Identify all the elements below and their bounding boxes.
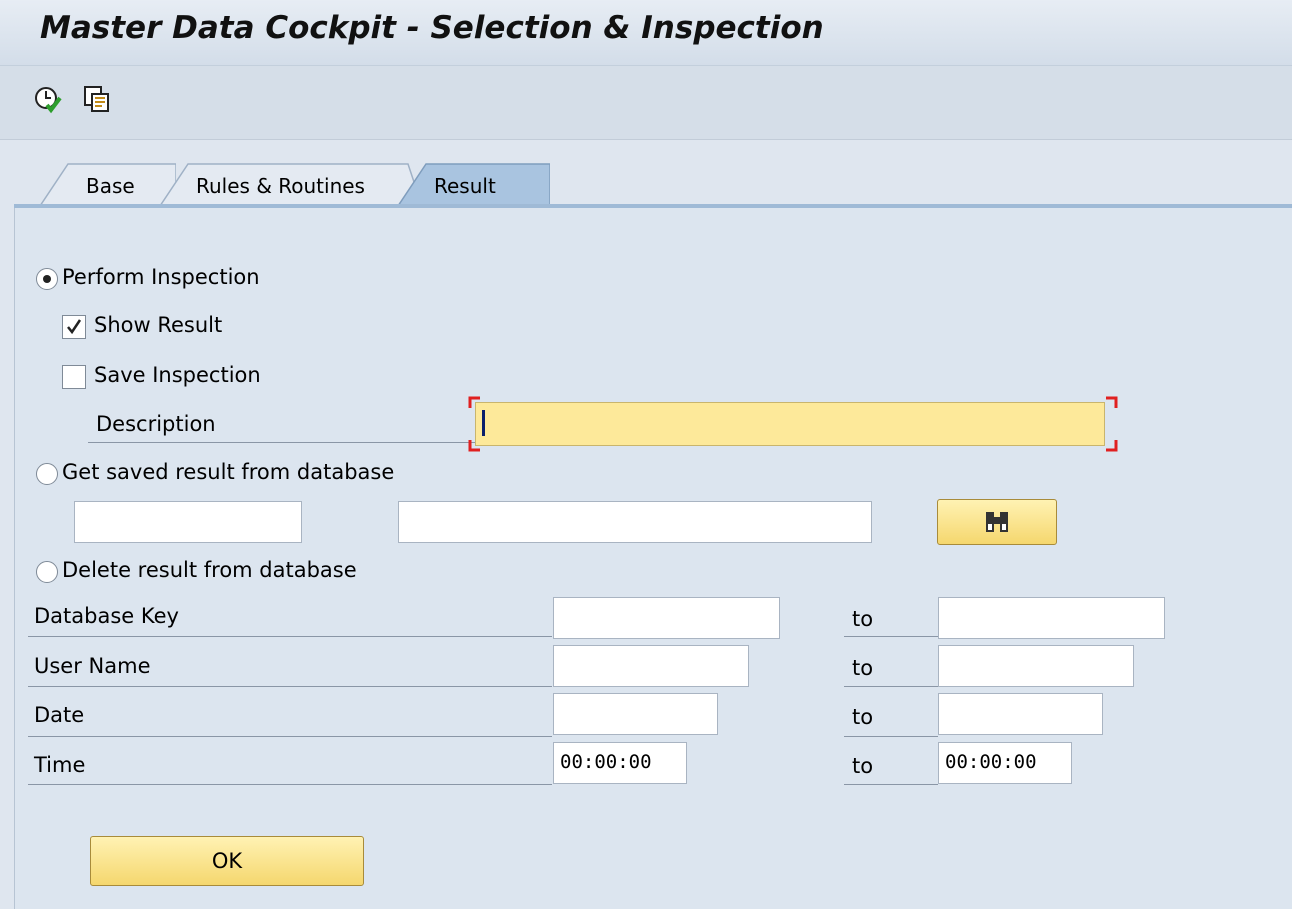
- date-label: Date: [34, 703, 85, 727]
- to-label: to: [852, 656, 874, 680]
- get-saved-result-label: Get saved result from database: [62, 460, 395, 484]
- save-inspection-label: Save Inspection: [94, 363, 261, 387]
- description-label: Description: [96, 412, 216, 436]
- saved-result-text-input[interactable]: [398, 501, 872, 543]
- row-divider: [844, 686, 938, 687]
- tab-base[interactable]: Base: [40, 162, 176, 206]
- binoculars-icon: [986, 512, 1008, 532]
- database-key-label: Database Key: [34, 604, 179, 628]
- perform-inspection-label: Perform Inspection: [62, 265, 260, 289]
- delete-result-radio[interactable]: [36, 561, 58, 583]
- time-to-input[interactable]: 00:00:00: [938, 742, 1072, 784]
- saved-result-key-input[interactable]: [74, 501, 302, 543]
- page-title: Master Data Cockpit - Selection & Inspec…: [40, 10, 824, 46]
- tab-label: Result: [434, 174, 496, 198]
- delete-result-label: Delete result from database: [62, 558, 357, 582]
- row-divider: [844, 636, 938, 637]
- show-result-label: Show Result: [94, 313, 223, 337]
- tab-result[interactable]: Result: [398, 162, 550, 206]
- copy-icon[interactable]: [82, 84, 112, 114]
- row-divider: [28, 784, 552, 785]
- date-to-input[interactable]: [938, 693, 1103, 735]
- to-label: to: [852, 705, 874, 729]
- row-divider: [844, 784, 938, 785]
- time-from-input[interactable]: 00:00:00: [553, 742, 687, 784]
- tab-label: Rules & Routines: [196, 174, 365, 198]
- date-from-input[interactable]: [553, 693, 718, 735]
- to-label: to: [852, 607, 874, 631]
- user-name-to-input[interactable]: [938, 645, 1134, 687]
- ok-button[interactable]: OK: [90, 836, 364, 886]
- row-divider: [28, 686, 552, 687]
- tab-label: Base: [86, 174, 135, 198]
- required-field-markers: [468, 396, 1118, 452]
- time-label: Time: [34, 753, 86, 777]
- user-name-from-input[interactable]: [553, 645, 749, 687]
- row-divider: [88, 442, 476, 443]
- toolbar: [0, 66, 1292, 140]
- perform-inspection-radio[interactable]: [36, 268, 58, 290]
- database-key-to-input[interactable]: [938, 597, 1165, 639]
- search-button[interactable]: [937, 499, 1057, 545]
- row-divider: [28, 736, 552, 737]
- show-result-checkbox[interactable]: [62, 315, 86, 339]
- save-inspection-checkbox[interactable]: [62, 365, 86, 389]
- row-divider: [28, 636, 552, 637]
- database-key-from-input[interactable]: [553, 597, 780, 639]
- get-saved-result-radio[interactable]: [36, 463, 58, 485]
- user-name-label: User Name: [34, 654, 151, 678]
- checkmark-icon: [67, 319, 82, 335]
- radio-selected-dot: [43, 275, 51, 283]
- to-label: to: [852, 754, 874, 778]
- tab-rules-routines[interactable]: Rules & Routines: [160, 162, 422, 206]
- execute-clock-icon[interactable]: [32, 84, 62, 114]
- row-divider: [844, 736, 938, 737]
